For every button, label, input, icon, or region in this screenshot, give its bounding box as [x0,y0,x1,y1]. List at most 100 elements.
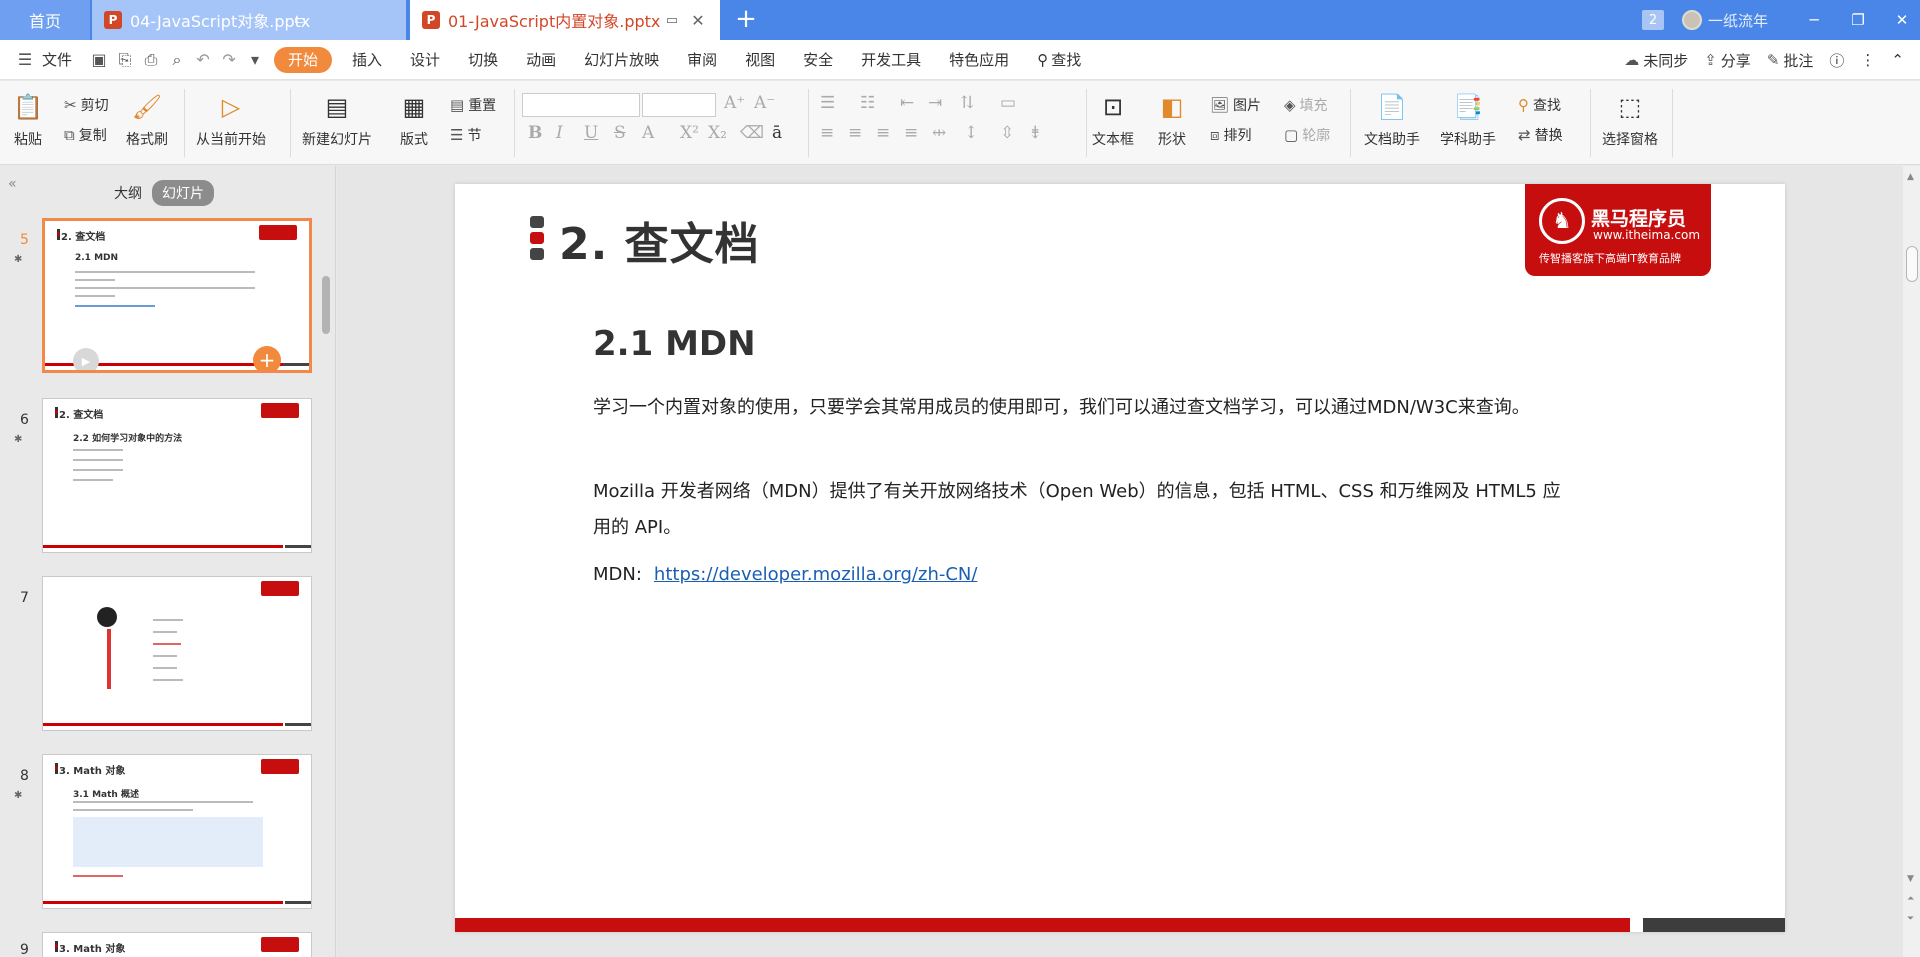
subject-assistant-button[interactable]: 📑 学科助手 [1440,91,1496,149]
mdn-link[interactable]: https://developer.mozilla.org/zh-CN/ [654,564,978,585]
new-slide-button[interactable]: ▤ 新建幻灯片 [302,91,372,149]
hamburger-icon[interactable]: ☰ [14,49,36,71]
add-slide-icon[interactable]: + [253,346,281,370]
textbox-button[interactable]: ⊡ 文本框 [1092,91,1134,149]
scroll-down-icon[interactable]: ▼ [1907,874,1914,884]
text-direction-icon[interactable]: ⇅ [960,93,974,113]
slide-thumbnail[interactable]: 3. Math 对象 [42,932,312,957]
align-center-icon[interactable]: ≡ [848,123,862,143]
tab-slides[interactable]: 幻灯片 [152,180,214,206]
slide[interactable]: 2. 查文档 ♞ 黑马程序员 www.itheima.com 传智播客旗下高端I… [455,184,1785,932]
tab-file-active[interactable]: P 01-JavaScript内置对象.pptx ▭ ✕ [410,0,720,40]
font-size-select[interactable] [642,93,716,117]
save-icon[interactable]: ▣ [88,49,110,71]
tab-design[interactable]: 设计 [396,47,454,73]
window-count-badge[interactable]: 2 [1641,10,1664,30]
file-menu[interactable]: 文件 [38,47,86,73]
slide-paragraph[interactable]: Mozilla 开发者网络（MDN）提供了有关开放网络技术（Open Web）的… [593,474,1573,546]
paste-button[interactable]: 📋 粘贴 [12,91,44,149]
add-tab-button[interactable]: + [735,4,757,34]
customize-icon[interactable]: ▾ [244,49,266,71]
tab-devtools[interactable]: 开发工具 [847,47,935,73]
print-preview-icon[interactable]: ⌕ [166,49,188,71]
strikethrough-icon[interactable]: S [614,123,626,143]
arrange-button[interactable]: ⧈ 排列 [1210,125,1252,145]
canvas-scrollbar[interactable]: ▲ ▼ ⏶ ⏷ [1903,166,1920,957]
sync-button[interactable]: ☁ 未同步 [1624,50,1688,71]
undo-icon[interactable]: ↶ [192,49,214,71]
doc-assistant-button[interactable]: 📄 文档助手 [1364,91,1420,149]
section-button[interactable]: ☰ 节 [450,125,481,145]
thumbnail-scrollbar[interactable] [322,276,330,334]
paragraph-spacing-icon[interactable]: ⇟ [1028,123,1042,143]
tab-outline[interactable]: 大纲 [104,180,152,206]
cut-button[interactable]: ✂ 剪切 [64,95,109,115]
tab-review[interactable]: 审阅 [673,47,731,73]
font-color-icon[interactable]: A [642,123,654,143]
font-family-select[interactable] [522,93,640,117]
align-right-icon[interactable]: ≡ [876,123,890,143]
avatar[interactable] [1681,10,1702,30]
selection-pane-button[interactable]: ⬚ 选择窗格 [1602,91,1658,149]
distribute-icon[interactable]: ⇹ [932,123,946,143]
decrease-indent-icon[interactable]: ⇤ [900,93,914,113]
bold-icon[interactable]: B [528,123,542,143]
monitor-icon[interactable]: ▭ [664,12,680,28]
eraser-icon[interactable]: ⌫ [740,123,764,143]
thumbnail-row[interactable]: 9 3. Math 对象 [0,932,320,957]
find-button[interactable]: ⚲ 查找 [1518,95,1561,115]
minimize-icon[interactable]: ─ [1796,0,1832,40]
tab-insert[interactable]: 插入 [338,47,396,73]
copy-button[interactable]: ⧉ 复制 [64,125,107,145]
close-window-icon[interactable]: ✕ [1884,0,1920,40]
from-current-button[interactable]: ▷ 从当前开始 [196,91,266,149]
user-name[interactable]: 一纸流年 [1708,10,1768,31]
tab-file-inactive[interactable]: P 04-JavaScript对象.pptx ▭ [92,0,406,40]
fill-button[interactable]: ◈ 填充 [1284,95,1328,115]
tab-home[interactable]: 首页 [0,0,90,40]
picture-button[interactable]: 🖼 图片 [1210,95,1261,115]
pinyin-icon[interactable]: ā [772,123,782,143]
scrollbar-thumb[interactable] [1906,246,1918,282]
share-button[interactable]: ⇪ 分享 [1704,50,1751,71]
bullet-list-icon[interactable]: ☰ [820,93,835,113]
redo-icon[interactable]: ↷ [218,49,240,71]
slide-thumbnail[interactable]: 3. Math 对象 3.1 Math 概述 [42,754,312,909]
subscript-icon[interactable]: X₂ [708,123,727,143]
grow-font-icon[interactable]: A⁺ [724,93,745,113]
more-icon[interactable]: ⋮ [1860,51,1875,69]
slide-paragraph[interactable]: 学习一个内置对象的使用，只要学会其常用成员的使用即可，我们可以通过查文档学习，可… [593,390,1573,426]
scroll-up-icon[interactable]: ▲ [1907,172,1914,182]
thumbnail-row[interactable]: 7 [0,576,320,736]
thumbnail-row[interactable]: 5 ✱ 2. 查文档 2.1 MDN ▶ + [0,218,320,388]
superscript-icon[interactable]: X² [680,123,699,143]
slide-title[interactable]: 2. 查文档 [559,208,760,272]
format-painter-button[interactable]: 🖌 格式刷 [126,91,168,149]
line-spacing-icon[interactable]: ↕ [964,123,978,143]
column-icon[interactable]: ⇳ [1000,123,1014,143]
outline-button[interactable]: ▢ 轮廓 [1284,125,1330,145]
justify-icon[interactable]: ≡ [904,123,918,143]
layout-button[interactable]: ▦ 版式 [398,91,430,149]
next-slide-icon[interactable]: ⏷ [1907,914,1914,924]
search-command[interactable]: ⚲ 查找 [1023,47,1095,73]
tab-view[interactable]: 视图 [731,47,789,73]
print-icon[interactable]: ⎙ [140,49,162,71]
thumbnail-row[interactable]: 8 ✱ 3. Math 对象 3.1 Math 概述 [0,754,320,914]
numbered-list-icon[interactable]: ☷ [860,93,875,113]
shrink-font-icon[interactable]: A⁻ [754,93,775,113]
slide-thumbnail[interactable]: 2. 查文档 2.2 如何学习对象中的方法 [42,398,312,553]
align-text-icon[interactable]: ▭ [1000,93,1016,113]
comment-button[interactable]: ✎ 批注 [1767,50,1814,71]
replace-button[interactable]: ⇄ 替换 [1518,125,1563,145]
tab-slideshow[interactable]: 幻灯片放映 [570,47,673,73]
thumbnail-row[interactable]: 6 ✱ 2. 查文档 2.2 如何学习对象中的方法 [0,398,320,558]
shape-button[interactable]: ◧ 形状 [1156,91,1188,149]
export-icon[interactable]: ⎘ [114,49,136,71]
increase-indent-icon[interactable]: ⇥ [928,93,942,113]
help-icon[interactable]: ⓘ [1829,50,1844,71]
slide-subtitle[interactable]: 2.1 MDN [593,324,756,364]
restore-icon[interactable]: ❐ [1840,0,1876,40]
close-tab-icon[interactable]: ✕ [690,11,706,30]
tab-security[interactable]: 安全 [789,47,847,73]
